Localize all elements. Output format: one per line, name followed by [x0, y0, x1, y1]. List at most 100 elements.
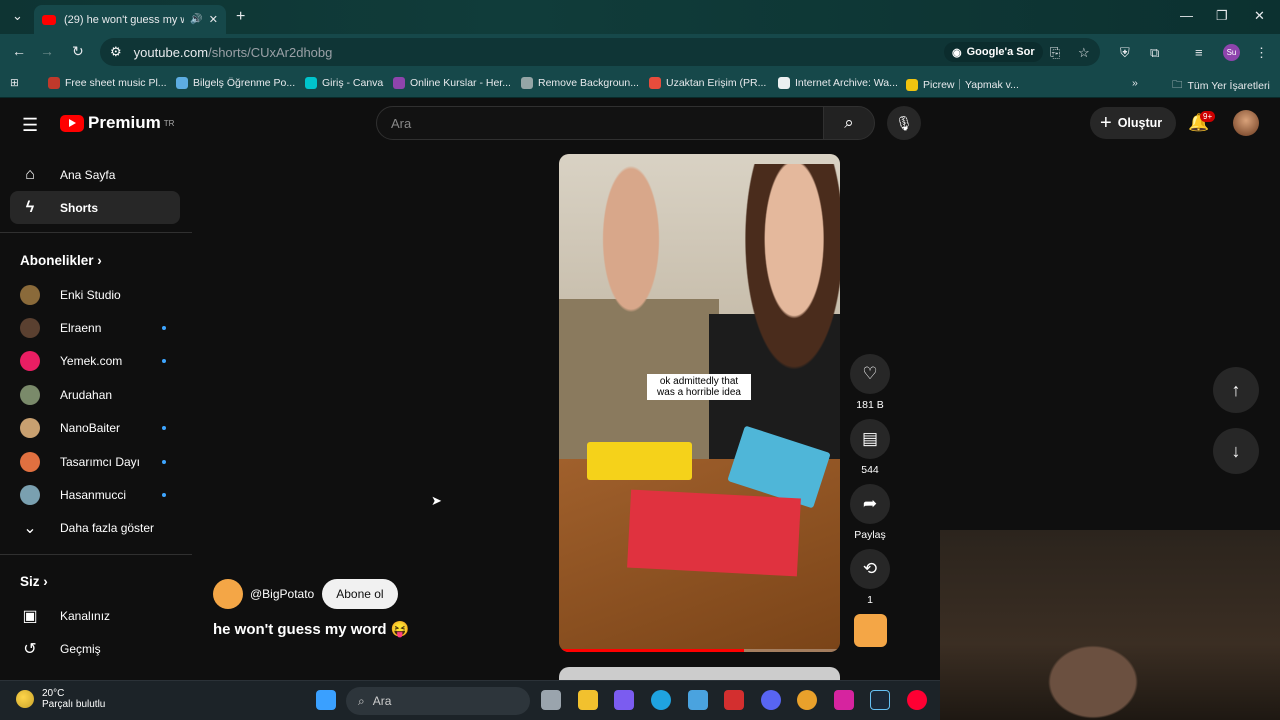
site-info-icon[interactable]: ⚙	[110, 44, 122, 60]
youtube-music-icon[interactable]	[907, 690, 927, 710]
short-channel-info: @BigPotato Abone ol	[213, 579, 398, 609]
sidebar-item-subscription[interactable]: Elraenn	[10, 311, 180, 344]
you-heading[interactable]: Siz ›	[20, 574, 48, 589]
sidebar-item-history[interactable]: ↺ Geçmiş	[10, 632, 180, 665]
remix-action[interactable]: ⟲ 1	[850, 549, 890, 606]
channel-avatar	[20, 317, 40, 338]
maximize-icon[interactable]: ❐	[1216, 8, 1228, 24]
sidebar-item-subscription[interactable]: Tasarımcı Dayı	[10, 445, 180, 478]
taskbar-search[interactable]: ⌕ Ara	[346, 687, 530, 715]
next-short-button[interactable]: ↓	[1213, 428, 1259, 474]
share-icon[interactable]: ➦	[850, 484, 890, 524]
back-icon[interactable]: ←	[12, 43, 26, 59]
bookmark-item[interactable]: Remove Backgroun...	[521, 77, 639, 89]
bookmark-item[interactable]: Uzaktan Erişim (PR...	[649, 77, 766, 89]
game-board	[627, 489, 801, 577]
forward-icon[interactable]: →	[40, 43, 54, 59]
install-icon[interactable]: ⎘	[1050, 45, 1060, 61]
steam-icon[interactable]	[870, 690, 890, 710]
heart-icon[interactable]: ♡	[850, 354, 890, 394]
new-content-dot	[162, 358, 166, 363]
channel-icon: ▣	[22, 607, 38, 625]
channel-handle[interactable]: @BigPotato	[250, 587, 314, 601]
notification-badge: 9+	[1200, 111, 1216, 122]
copilot-icon[interactable]	[614, 690, 634, 710]
channel-avatar	[20, 384, 40, 405]
webcam-overlay	[940, 530, 1280, 720]
shield-icon[interactable]: ⛨	[1120, 45, 1130, 61]
app-l-icon[interactable]	[724, 690, 744, 710]
show-more-button[interactable]: ⌄ Daha fazla göster	[10, 511, 180, 544]
new-tab-icon[interactable]: +	[236, 8, 245, 26]
task-view-icon[interactable]	[541, 690, 561, 710]
edge-icon[interactable]	[651, 690, 671, 710]
game-tray	[587, 442, 692, 480]
share-action[interactable]: ➦ Paylaş	[850, 484, 890, 541]
search-icon: ⌕	[844, 113, 854, 132]
sidebar-item-subscription[interactable]: Enki Studio	[10, 278, 180, 311]
previous-short-button[interactable]: ↑	[1213, 367, 1259, 413]
sidebar-item-subscription[interactable]: NanoBaiter	[10, 411, 180, 444]
bookmark-item[interactable]: Free sheet music Pl...	[48, 77, 167, 89]
apps-icon[interactable]: ⊞	[10, 77, 19, 89]
arrow-down-icon: ↓	[1231, 440, 1241, 461]
sound-channel-thumbnail[interactable]	[854, 614, 887, 647]
reload-icon[interactable]: ↻	[72, 43, 84, 60]
channel-avatar[interactable]	[213, 579, 243, 609]
all-bookmarks-folder[interactable]: 🗀 Tüm Yer İşaretleri	[1172, 77, 1270, 95]
google-lens-button[interactable]: ◉ Google'a Sor	[944, 42, 1043, 62]
star-icon[interactable]: ☆	[1078, 45, 1090, 61]
bookmark-item[interactable]: Giriş - Canva	[305, 77, 383, 89]
sidebar-item-subscription[interactable]: Arudahan	[10, 378, 180, 411]
bookmark-item[interactable]: Online Kurslar - Her...	[393, 77, 511, 89]
media-icon[interactable]: ≡	[1195, 45, 1203, 60]
tab-title: (29) he won't guess my wor	[64, 13, 184, 26]
discord-icon[interactable]	[761, 690, 781, 710]
new-content-dot	[162, 425, 166, 430]
short-video-player[interactable]: ok admittedly that was a horrible idea	[559, 154, 840, 652]
sidebar-item-your-channel[interactable]: ▣ Kanalınız	[10, 599, 180, 632]
more-bookmarks-icon[interactable]: »	[1132, 77, 1138, 89]
instagram-icon[interactable]	[834, 690, 854, 710]
menu-icon[interactable]: ⋮	[1255, 45, 1268, 61]
hamburger-menu-icon[interactable]: ☰	[22, 115, 38, 136]
store-icon[interactable]	[688, 690, 708, 710]
chrome-icon[interactable]	[797, 690, 817, 710]
tab-search-icon[interactable]: ⌄	[12, 8, 23, 24]
create-button[interactable]: + Oluştur	[1090, 107, 1177, 139]
search-input[interactable]: Ara	[376, 106, 824, 140]
sidebar: ⌂ Ana Sayfa ϟ Shorts Abonelikler › Enki St…	[0, 150, 192, 680]
minimize-icon[interactable]: —	[1180, 8, 1193, 23]
like-action[interactable]: ♡ 181 B	[850, 354, 890, 411]
window-close-icon[interactable]: ✕	[1254, 8, 1265, 24]
chevron-right-icon: ›	[43, 574, 48, 589]
subscriptions-heading[interactable]: Abonelikler ›	[20, 253, 102, 268]
bookmark-item[interactable]: Internet Archive: Wa...	[778, 77, 898, 89]
extensions-icon[interactable]: ⧉	[1150, 45, 1159, 61]
weather-widget[interactable]: 20°C Parçalı bulutlu	[16, 688, 105, 710]
comment-icon[interactable]: ▤	[850, 419, 890, 459]
bookmark-item[interactable]: Picrew｜Yapmak v...	[906, 77, 1019, 92]
video-progress-bar[interactable]	[559, 649, 840, 652]
subscribe-button[interactable]: Abone ol	[322, 579, 398, 609]
profile-avatar[interactable]: Su	[1223, 44, 1240, 61]
remix-icon[interactable]: ⟲	[850, 549, 890, 589]
sidebar-item-subscription[interactable]: Yemek.com	[10, 344, 180, 377]
file-explorer-icon[interactable]	[578, 690, 598, 710]
bookmark-item[interactable]: Bilgelş Öğrenme Po...	[176, 77, 295, 89]
start-icon[interactable]	[316, 690, 336, 710]
account-avatar[interactable]	[1233, 110, 1259, 136]
audio-icon[interactable]: 🔊	[190, 14, 202, 25]
tab-close-icon[interactable]: ✕	[209, 13, 218, 26]
sidebar-item-shorts[interactable]: ϟ Shorts	[10, 191, 180, 224]
youtube-logo[interactable]: Premium TR	[60, 113, 174, 133]
sidebar-item-subscription[interactable]: Hasanmucci	[10, 478, 180, 511]
comment-action[interactable]: ▤ 544	[850, 419, 890, 476]
short-title: he won't guess my word 😝	[213, 621, 410, 638]
sidebar-item-home[interactable]: ⌂ Ana Sayfa	[10, 158, 180, 191]
search-button[interactable]: ⌕	[823, 106, 875, 140]
browser-tab[interactable]: (29) he won't guess my wor 🔊 ✕	[34, 5, 226, 34]
weather-icon	[16, 690, 34, 708]
search-icon: ⌕	[358, 693, 365, 708]
voice-search-button[interactable]: 🎙	[887, 106, 921, 140]
